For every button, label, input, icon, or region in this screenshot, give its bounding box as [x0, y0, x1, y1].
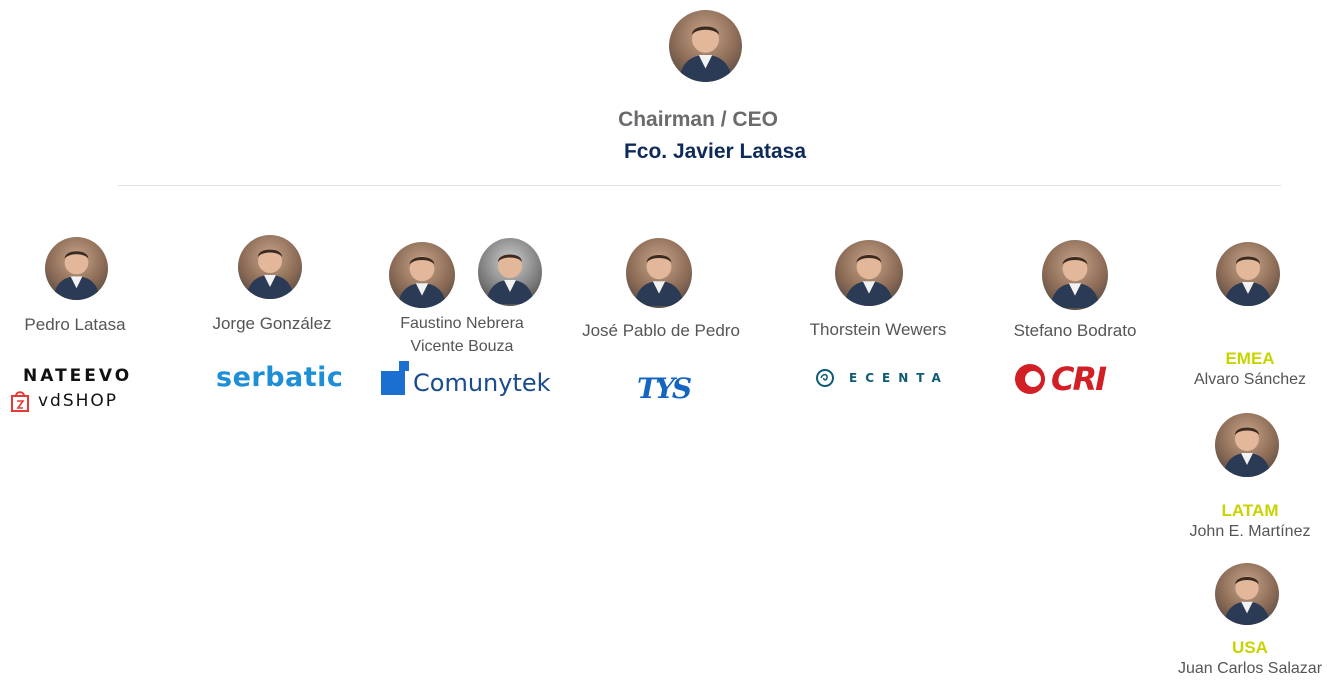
cri-text: CRI: [1051, 360, 1107, 398]
nateevo-logo: NATEEVO: [23, 366, 133, 386]
member-name: Thorstein Wewers: [809, 320, 947, 339]
member-name: José Pablo de Pedro: [582, 321, 740, 340]
ecenta-text: ECENTA: [849, 371, 949, 385]
avatar: [1042, 240, 1108, 310]
region-label: USA: [1232, 638, 1268, 657]
member-name: Stefano Bodrato: [1013, 321, 1137, 340]
ecenta-mark-icon: [816, 369, 834, 387]
avatar: [238, 235, 302, 299]
region-label: EMEA: [1225, 349, 1275, 368]
ceo-name: Fco. Javier Latasa: [623, 140, 807, 163]
avatar: [478, 238, 542, 306]
comunytek-text: Comunytek: [413, 369, 551, 397]
avatar: [835, 240, 903, 306]
region-manager-name: John E. Martínez: [1189, 523, 1311, 540]
member-name: Faustino Nebrera: [400, 315, 524, 332]
cri-logo: CRI: [1013, 360, 1107, 398]
shopping-bag-icon: [11, 391, 29, 412]
avatar: [1215, 413, 1279, 477]
comunytek-logo: Comunytek: [381, 361, 551, 395]
region-label: LATAM: [1221, 501, 1279, 520]
region-manager-name: Juan Carlos Salazar: [1177, 660, 1323, 677]
divider: [118, 185, 1281, 186]
cri-mark-icon: [1015, 364, 1045, 394]
vdshop-logo: vdSHOP: [10, 389, 118, 413]
serbatic-logo: serbatic: [216, 362, 344, 393]
member-name: Pedro Latasa: [24, 315, 126, 334]
vdshop-text: vdSHOP: [38, 391, 119, 411]
ceo-avatar: [669, 10, 742, 82]
avatar: [45, 237, 108, 300]
comunytek-mark-icon: [381, 361, 409, 395]
avatar: [389, 242, 455, 308]
ecenta-logo: ECENTA: [815, 368, 949, 388]
member-name: Jorge González: [212, 314, 332, 333]
ceo-role: Chairman / CEO: [618, 108, 778, 131]
avatar: [626, 238, 692, 308]
tys-logo: TYS: [637, 372, 692, 405]
member-name-2: Vicente Bouza: [410, 338, 514, 355]
avatar: [1216, 242, 1280, 306]
avatar: [1215, 563, 1279, 625]
region-manager-name: Alvaro Sánchez: [1193, 371, 1307, 388]
